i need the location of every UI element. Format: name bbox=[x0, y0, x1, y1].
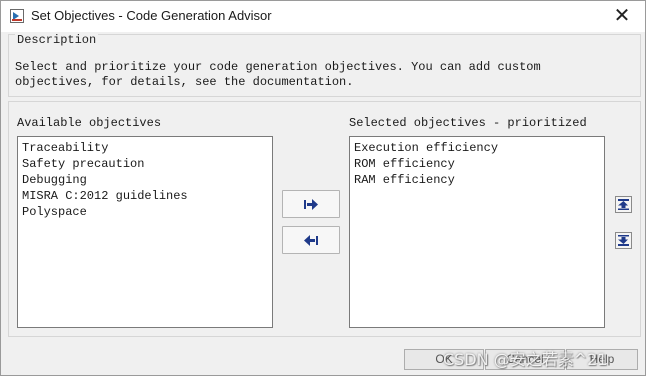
watermark-text: CSDN @安之若素^21 bbox=[443, 350, 608, 369]
close-icon: ✕ bbox=[613, 5, 631, 27]
app-icon bbox=[10, 9, 24, 23]
available-objectives-label: Available objectives bbox=[17, 116, 162, 130]
list-item[interactable]: Safety precaution bbox=[22, 156, 272, 172]
available-objectives-list[interactable]: Traceability Safety precaution Debugging… bbox=[17, 136, 273, 328]
add-objective-button[interactable] bbox=[282, 190, 340, 218]
arrow-left-icon bbox=[304, 235, 318, 246]
description-line: objectives, for details, see the documen… bbox=[15, 75, 354, 89]
list-item[interactable]: Debugging bbox=[22, 172, 272, 188]
description-group: Description Select and prioritize your c… bbox=[8, 33, 641, 97]
description-label: Description bbox=[15, 33, 99, 47]
description-text: Select and prioritize your code generati… bbox=[15, 60, 615, 90]
list-item[interactable]: Traceability bbox=[22, 140, 272, 156]
remove-objective-button[interactable] bbox=[282, 226, 340, 254]
arrow-right-icon bbox=[304, 199, 318, 210]
list-item[interactable]: Polyspace bbox=[22, 204, 272, 220]
move-to-top-icon bbox=[618, 199, 629, 210]
list-item[interactable]: ROM efficiency bbox=[354, 156, 604, 172]
move-down-button[interactable] bbox=[615, 232, 632, 249]
move-up-button[interactable] bbox=[615, 196, 632, 213]
close-button[interactable]: ✕ bbox=[605, 3, 639, 29]
list-item[interactable]: Execution efficiency bbox=[354, 140, 604, 156]
selected-objectives-label: Selected objectives - prioritized bbox=[349, 116, 587, 130]
list-item[interactable]: MISRA C:2012 guidelines bbox=[22, 188, 272, 204]
list-item[interactable]: RAM efficiency bbox=[354, 172, 604, 188]
move-to-bottom-icon bbox=[618, 235, 629, 246]
objectives-group: Available objectives Traceability Safety… bbox=[8, 101, 641, 337]
selected-objectives-list[interactable]: Execution efficiency ROM efficiency RAM … bbox=[349, 136, 605, 328]
title-bar: Set Objectives - Code Generation Advisor… bbox=[1, 1, 645, 32]
dialog-window: Set Objectives - Code Generation Advisor… bbox=[0, 0, 646, 376]
description-line: Select and prioritize your code generati… bbox=[15, 60, 541, 74]
window-title: Set Objectives - Code Generation Advisor bbox=[31, 8, 272, 23]
